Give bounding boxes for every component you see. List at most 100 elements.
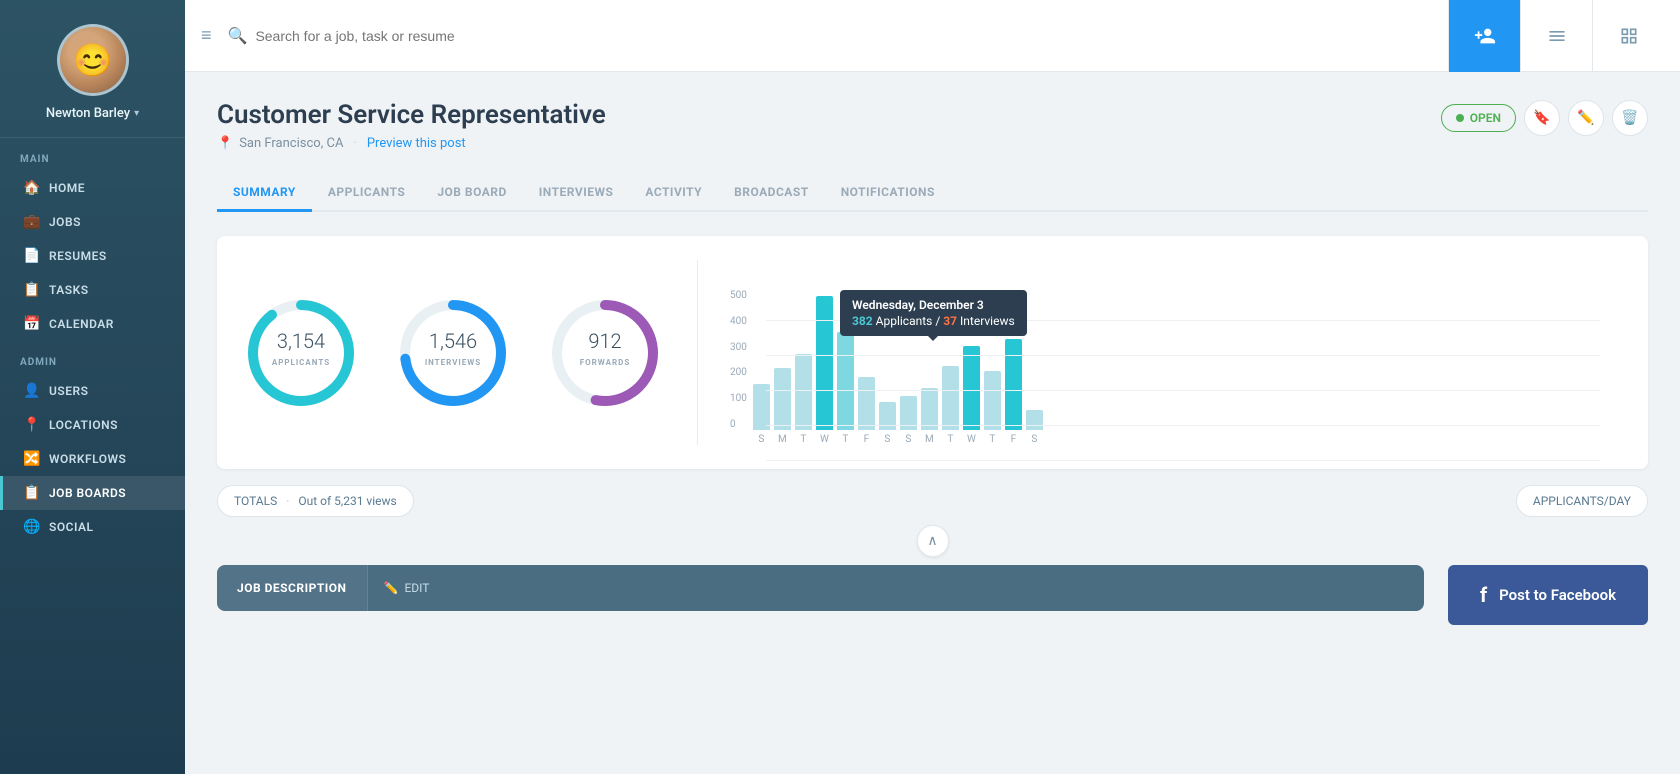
bar-1 <box>753 384 770 430</box>
workflows-icon: 🔀 <box>23 451 39 467</box>
status-badge[interactable]: OPEN <box>1441 104 1516 132</box>
chart-tooltip: Wednesday, December 3 382 Applicants / 3… <box>840 290 1027 336</box>
summary-card: 3,154 APPLICANTS 1,546 INTERVIEWS <box>217 236 1648 469</box>
search-input[interactable] <box>255 28 1448 44</box>
topbar-actions <box>1448 0 1664 72</box>
chevron-down-icon: ▾ <box>134 108 139 119</box>
tab-interviews[interactable]: INTERVIEWS <box>523 175 630 212</box>
edit-button[interactable]: ✏️ <box>1568 100 1604 136</box>
search-bar: 🔍 <box>228 26 1448 45</box>
tooltip-applicants: 382 <box>852 314 873 328</box>
delete-button[interactable]: 🗑️ <box>1612 100 1648 136</box>
bar-10 <box>942 366 959 430</box>
bar-3 <box>795 354 812 430</box>
calendar-icon: 📅 <box>23 316 39 332</box>
status-dot <box>1456 114 1464 122</box>
admin-section-label: Admin <box>0 341 185 374</box>
job-location: 📍 San Francisco, CA · Preview this post <box>217 136 606 151</box>
bottom-section: JOB DESCRIPTION ✏️ EDIT f Post to Facebo… <box>217 565 1648 625</box>
avatar: 😊 <box>57 24 129 96</box>
bar-8 <box>900 396 917 430</box>
bar-14 <box>1026 410 1043 430</box>
job-header: Customer Service Representative 📍 San Fr… <box>217 100 1648 151</box>
topbar: ≡ 🔍 <box>185 0 1680 72</box>
forwards-donut: 912 FORWARDS <box>545 293 665 413</box>
tab-applicants[interactable]: APPLICANTS <box>312 175 421 212</box>
collapse-button[interactable]: ∧ <box>917 525 949 557</box>
svg-text:3,154: 3,154 <box>277 329 325 353</box>
job-boards-icon: 📋 <box>23 485 39 501</box>
sidebar-item-jobs[interactable]: 💼 JOBS <box>0 205 185 239</box>
sidebar-item-home[interactable]: 🏠 HOME <box>0 171 185 205</box>
add-user-button[interactable] <box>1448 0 1520 72</box>
sidebar-item-users[interactable]: 👤 USERS <box>0 374 185 408</box>
preview-link[interactable]: Preview this post <box>367 136 466 151</box>
edit-description-button[interactable]: ✏️ EDIT <box>368 565 446 611</box>
resumes-icon: 📄 <box>23 248 39 264</box>
sidebar-item-social[interactable]: 🌐 SOCIAL <box>0 510 185 544</box>
locations-icon: 📍 <box>23 417 39 433</box>
sidebar-item-locations[interactable]: 📍 LOCATIONS <box>0 408 185 442</box>
tab-notifications[interactable]: NOTIFICATIONS <box>825 175 951 212</box>
tab-job-board[interactable]: JOB BOARD <box>421 175 522 212</box>
list-view-button[interactable] <box>1520 0 1592 72</box>
forwards-stat: 912 FORWARDS <box>545 293 665 413</box>
bar-11 <box>963 346 980 430</box>
bar-13 <box>1005 339 1022 430</box>
pencil-icon: ✏️ <box>384 581 399 595</box>
summary-controls: TOTALS · Out of 5,231 views APPLICANTS/D… <box>217 485 1648 517</box>
sidebar-item-workflows[interactable]: 🔀 WORKFLOWS <box>0 442 185 476</box>
facebook-icon: f <box>1480 583 1487 607</box>
x-axis: S M T W T F S S M T W T <box>753 434 1624 445</box>
post-to-facebook-button[interactable]: f Post to Facebook <box>1448 565 1648 625</box>
bookmark-button[interactable]: 🔖 <box>1524 100 1560 136</box>
sidebar-profile: 😊 Newton Barley ▾ <box>0 0 185 138</box>
bar-2 <box>774 368 791 430</box>
applicants-donut: 3,154 APPLICANTS <box>241 293 361 413</box>
tab-broadcast[interactable]: BROADCAST <box>718 175 825 212</box>
job-title: Customer Service Representative <box>217 100 606 130</box>
svg-text:APPLICANTS: APPLICANTS <box>272 358 330 367</box>
job-description-tab[interactable]: JOB DESCRIPTION <box>217 565 368 611</box>
bar-6 <box>858 377 875 430</box>
applicants-day-pill[interactable]: APPLICANTS/DAY <box>1516 485 1648 517</box>
svg-text:1,546: 1,546 <box>429 329 477 353</box>
chart-section: Wednesday, December 3 382 Applicants / 3… <box>698 260 1624 445</box>
tooltip-val: 382 Applicants / 37 Interviews <box>852 314 1015 328</box>
sidebar-item-resumes[interactable]: 📄 RESUMES <box>0 239 185 273</box>
job-actions: OPEN 🔖 ✏️ 🗑️ <box>1441 100 1648 136</box>
totals-pill[interactable]: TOTALS · Out of 5,231 views <box>217 485 414 517</box>
user-name[interactable]: Newton Barley ▾ <box>46 106 139 121</box>
sidebar-nav: Main 🏠 HOME 💼 JOBS 📄 RESUMES 📋 TASKS 📅 C… <box>0 138 185 774</box>
grid-view-button[interactable] <box>1592 0 1664 72</box>
social-icon: 🌐 <box>23 519 39 535</box>
menu-icon[interactable]: ≡ <box>201 25 212 46</box>
search-icon: 🔍 <box>228 26 248 45</box>
svg-text:912: 912 <box>588 329 621 353</box>
sidebar-item-calendar[interactable]: 📅 CALENDAR <box>0 307 185 341</box>
tabs: SUMMARY APPLICANTS JOB BOARD INTERVIEWS … <box>217 175 1648 212</box>
collapse-row: ∧ <box>217 517 1648 565</box>
page-content: Customer Service Representative 📍 San Fr… <box>185 72 1680 774</box>
bar-12 <box>984 371 1001 430</box>
jobs-icon: 💼 <box>23 214 39 230</box>
stats-section: 3,154 APPLICANTS 1,546 INTERVIEWS <box>241 260 698 445</box>
job-desc-header: JOB DESCRIPTION ✏️ EDIT <box>217 565 1424 611</box>
sidebar-item-tasks[interactable]: 📋 TASKS <box>0 273 185 307</box>
bar-9 <box>921 388 938 430</box>
location-text: San Francisco, CA <box>239 136 343 151</box>
job-info: Customer Service Representative 📍 San Fr… <box>217 100 606 151</box>
applicants-stat: 3,154 APPLICANTS <box>241 293 361 413</box>
home-icon: 🏠 <box>23 180 39 196</box>
main-content: ≡ 🔍 <box>185 0 1680 774</box>
svg-text:FORWARDS: FORWARDS <box>580 358 631 367</box>
sidebar-item-job-boards[interactable]: 📋 JOB BOARDS <box>0 476 185 510</box>
bar-7 <box>879 402 896 430</box>
tooltip-interviews: 37 <box>943 314 957 328</box>
main-section-label: Main <box>0 138 185 171</box>
y-axis: 500 400 300 200 100 0 <box>730 290 747 430</box>
tab-activity[interactable]: ACTIVITY <box>629 175 718 212</box>
tab-summary[interactable]: SUMMARY <box>217 175 312 212</box>
interviews-stat: 1,546 INTERVIEWS <box>393 293 513 413</box>
users-icon: 👤 <box>23 383 39 399</box>
